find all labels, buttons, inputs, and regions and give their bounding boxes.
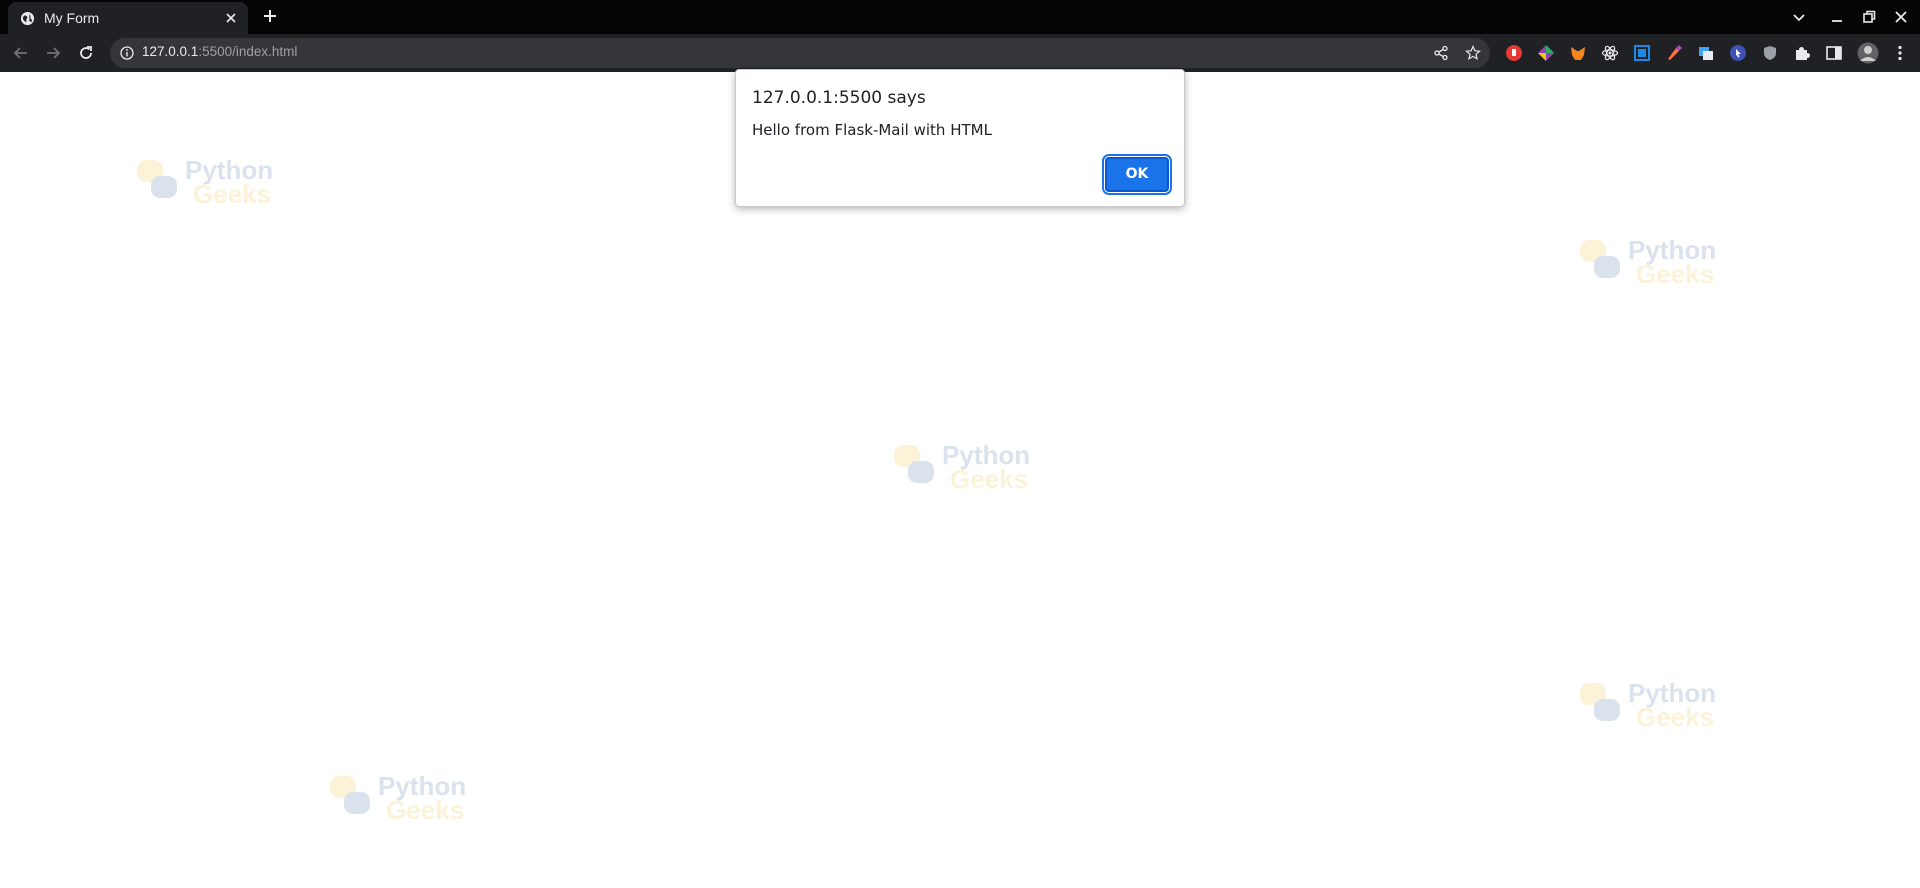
watermark-line2: Geeks: [1636, 702, 1715, 732]
watermark-line2: Geeks: [386, 795, 465, 825]
minimize-icon[interactable]: [1828, 8, 1846, 26]
watermark-logo: Python Geeks: [890, 437, 1040, 497]
url-host: 127.0.0.1: [142, 44, 199, 59]
back-arrow-icon[interactable]: [11, 43, 31, 63]
watermark-logo: Python Geeks: [133, 152, 283, 212]
watermark-line2: Geeks: [193, 179, 272, 209]
window-tabs-icon[interactable]: [1697, 44, 1715, 62]
reload-icon[interactable]: [76, 43, 96, 63]
puzzle-extensions-icon[interactable]: [1793, 44, 1811, 62]
watermark-line2: Geeks: [1636, 259, 1715, 289]
restore-icon[interactable]: [1860, 8, 1878, 26]
python-logo-icon: [894, 445, 934, 483]
watermark-line2: Geeks: [950, 464, 1029, 494]
tab-title: My Form: [44, 10, 100, 26]
browser-toolbar: 127.0.0.1:5500/index.html: [0, 34, 1920, 72]
tab-search-icon[interactable]: [1790, 8, 1808, 26]
shield-icon[interactable]: [1761, 44, 1779, 62]
watermark-logo: Python Geeks: [1576, 232, 1726, 292]
info-icon[interactable]: [120, 46, 134, 60]
python-logo-icon: [137, 160, 177, 198]
dialog-message: Hello from Flask-Mail with HTML: [752, 121, 992, 139]
python-logo-icon: [1580, 683, 1620, 721]
python-logo-icon: [330, 776, 370, 814]
extension-red-icon[interactable]: [1505, 44, 1523, 62]
metamask-fox-icon[interactable]: [1569, 44, 1587, 62]
plus-icon[interactable]: [262, 8, 278, 24]
address-bar[interactable]: 127.0.0.1:5500/index.html: [110, 38, 1490, 68]
watermark-logo: Python Geeks: [326, 768, 476, 828]
side-panel-icon[interactable]: [1825, 44, 1843, 62]
url-path: :5500/index.html: [198, 44, 298, 59]
close-icon[interactable]: [224, 11, 238, 25]
url-text[interactable]: 127.0.0.1:5500/index.html: [142, 44, 297, 59]
extension-colorwheel-icon[interactable]: [1537, 44, 1555, 62]
color-picker-icon[interactable]: [1665, 44, 1683, 62]
close-window-icon[interactable]: [1892, 8, 1910, 26]
globe-icon: [20, 11, 35, 26]
forward-arrow-icon[interactable]: [43, 43, 63, 63]
tab-strip: My Form: [0, 0, 1920, 34]
python-logo-icon: [1580, 240, 1620, 278]
alert-dialog: 127.0.0.1:5500 says Hello from Flask-Mai…: [735, 69, 1185, 207]
star-icon[interactable]: [1465, 45, 1481, 61]
watermark-logo: Python Geeks: [1576, 675, 1726, 735]
browser-tab[interactable]: My Form: [8, 2, 248, 34]
kebab-menu-icon[interactable]: [1891, 44, 1909, 62]
react-devtools-icon[interactable]: [1601, 44, 1619, 62]
dialog-origin: 127.0.0.1:5500 says: [752, 88, 926, 108]
share-icon[interactable]: [1433, 45, 1449, 61]
screenshot-capture-icon[interactable]: [1633, 44, 1651, 62]
profile-avatar-icon[interactable]: [1857, 42, 1879, 64]
cursor-extension-icon[interactable]: [1729, 44, 1747, 62]
ok-button[interactable]: OK: [1102, 154, 1172, 195]
